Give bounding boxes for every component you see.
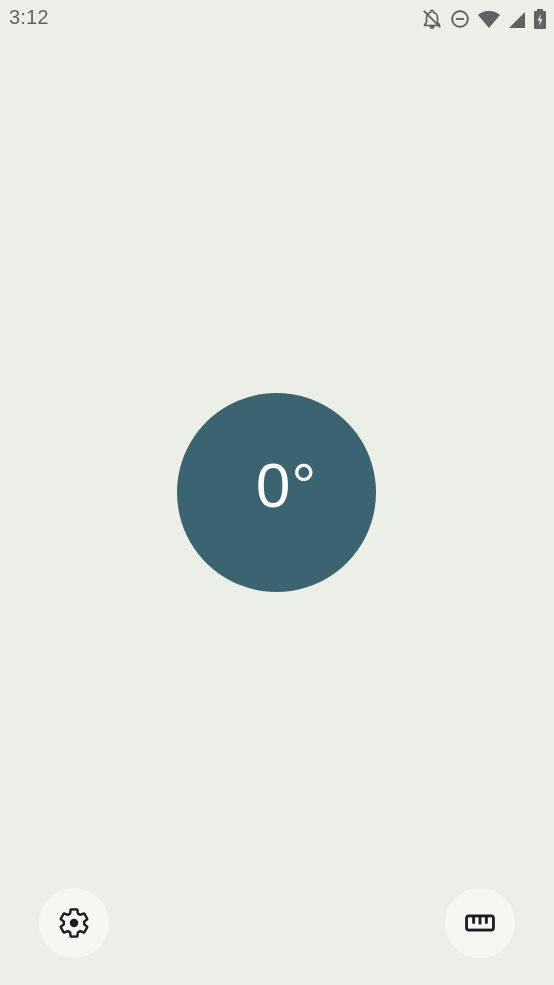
status-bar: 3:12: [0, 0, 554, 38]
do-not-disturb-icon: [449, 8, 471, 30]
wifi-icon: [477, 8, 501, 30]
notifications-off-icon: [421, 8, 443, 30]
battery-charging-icon: [533, 8, 547, 30]
status-time: 3:12: [9, 7, 49, 29]
calibrate-button[interactable]: [445, 888, 515, 958]
status-icons: [421, 8, 547, 30]
gear-icon: [57, 906, 91, 940]
level-indicator: 0°: [177, 393, 376, 592]
cell-signal-icon: [507, 8, 527, 30]
ruler-icon: [463, 906, 497, 940]
level-angle-value: 0°: [255, 451, 318, 521]
settings-button[interactable]: [39, 888, 109, 958]
